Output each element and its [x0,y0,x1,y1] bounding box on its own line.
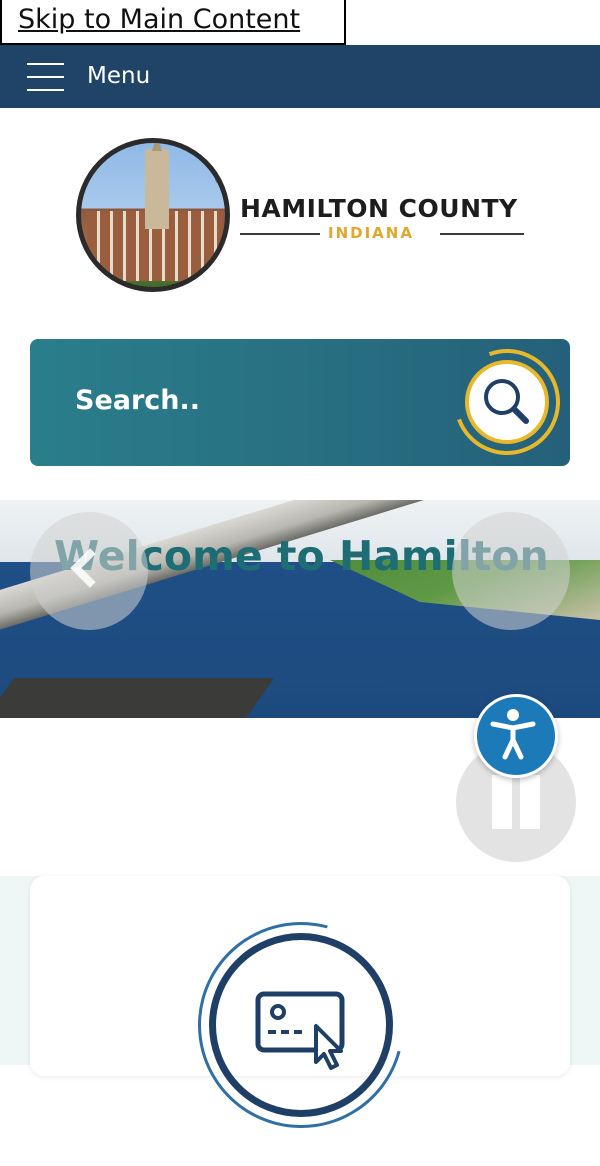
credit-card-click-icon [255,991,345,1070]
courthouse-seal-image [76,138,230,292]
logo-subtitle: INDIANA [240,224,524,242]
slideshow-previous-button[interactable] [30,512,148,630]
top-navigation-bar: Menu [0,45,600,108]
search-bar[interactable]: Search.. [30,331,578,473]
magnifier-icon [484,379,529,424]
logo-title: HAMILTON COUNTY [240,194,518,223]
search-input[interactable]: Search.. [75,385,200,416]
accessibility-button[interactable] [474,694,558,778]
payment-icon-circle [160,884,442,1166]
search-button[interactable] [436,331,578,473]
logo-subtitle-text: INDIANA [328,224,414,242]
slideshow-next-button[interactable] [452,512,570,630]
quick-link-card-payments[interactable] [30,876,570,1166]
skip-to-main-content-link[interactable]: Skip to Main Content [18,4,300,35]
skip-link-container: Skip to Main Content [0,0,346,45]
menu-button-label[interactable]: Menu [87,63,150,89]
hamburger-icon[interactable] [27,63,64,91]
county-logo[interactable]: HAMILTON COUNTY INDIANA [76,128,536,298]
accessibility-person-icon [490,709,536,760]
